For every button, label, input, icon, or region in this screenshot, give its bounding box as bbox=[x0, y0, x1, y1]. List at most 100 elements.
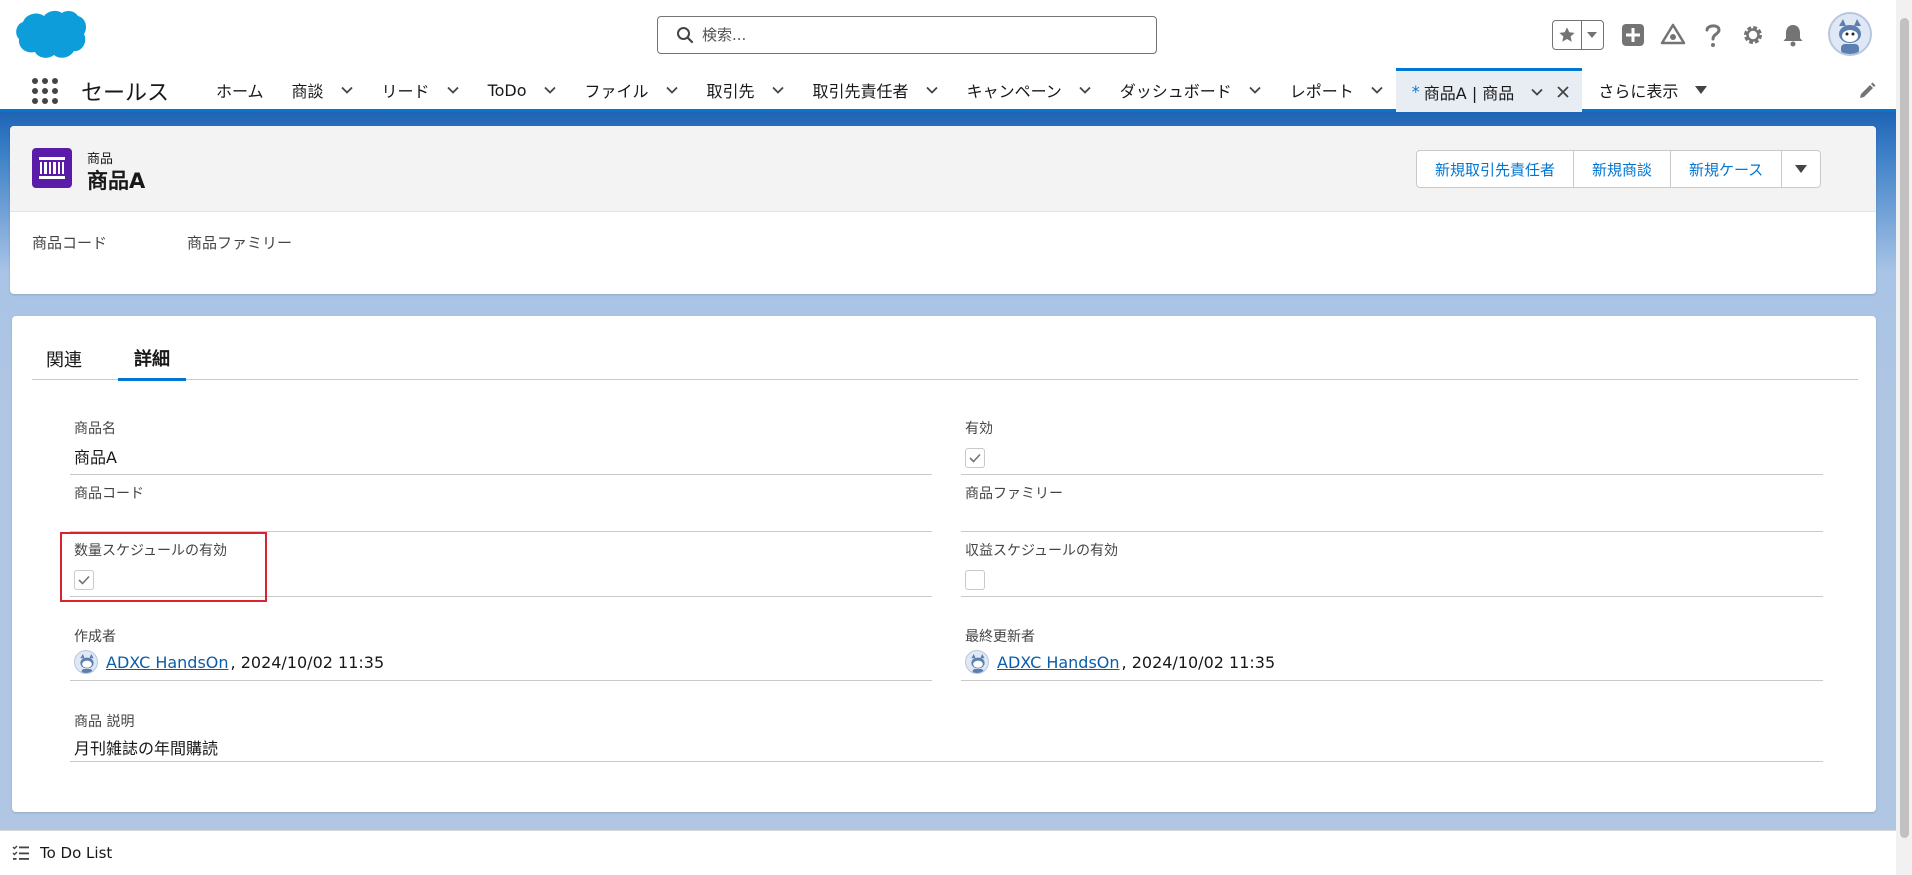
highlight-product-code: 商品コード bbox=[32, 234, 108, 252]
field-revenue-schedule: 収益スケジュールの有効 bbox=[961, 538, 1823, 597]
nav-item-todo[interactable]: ToDo bbox=[472, 68, 569, 112]
nav-tab-label: 商品A | 商品 bbox=[1423, 83, 1515, 103]
field-label: 有効 bbox=[965, 421, 993, 437]
chevron-down-icon[interactable] bbox=[925, 83, 939, 97]
chevron-down-icon[interactable] bbox=[340, 83, 354, 97]
help-icon[interactable] bbox=[1698, 20, 1728, 50]
search-icon bbox=[677, 27, 694, 44]
header-icons bbox=[1552, 16, 1818, 54]
tab-details[interactable]: 詳細 bbox=[118, 338, 186, 381]
record-header-top: 商品 商品A 新規取引先責任者 新規商談 新規ケース bbox=[10, 126, 1876, 212]
nav-item-opportunities[interactable]: 商談 bbox=[276, 68, 366, 112]
chevron-down-icon[interactable] bbox=[446, 83, 460, 97]
field-product-description: 商品 説明 月刊雑誌の年間購読 bbox=[70, 709, 1823, 762]
chevron-down-icon[interactable] bbox=[1248, 83, 1262, 97]
trailhead-guidance-icon[interactable] bbox=[1658, 20, 1688, 50]
todo-list-icon[interactable] bbox=[12, 844, 30, 862]
record-tabs: 関連 詳細 bbox=[32, 338, 1858, 381]
field-last-modified-by: 最終更新者 ADXC HandsOn , 2024/10/02 11:35 bbox=[961, 624, 1823, 681]
nav-item-dashboards[interactable]: ダッシュボード bbox=[1104, 68, 1274, 112]
favorites-group bbox=[1552, 20, 1604, 50]
global-header bbox=[0, 0, 1912, 68]
search-input[interactable] bbox=[702, 26, 1122, 44]
notifications-bell-icon[interactable] bbox=[1778, 20, 1808, 50]
created-date: , 2024/10/02 11:35 bbox=[230, 652, 385, 672]
edit-nav-pencil-icon[interactable] bbox=[1858, 82, 1876, 100]
nav-more[interactable]: さらに表示 bbox=[1582, 68, 1720, 112]
tab-related[interactable]: 関連 bbox=[32, 338, 96, 380]
modified-by-link[interactable]: ADXC HandsOn bbox=[997, 653, 1120, 672]
global-search[interactable] bbox=[657, 16, 1157, 54]
nav-item-label: ファイル bbox=[584, 82, 649, 101]
global-actions-plus-icon[interactable] bbox=[1618, 20, 1648, 50]
caret-down-icon[interactable] bbox=[1694, 83, 1708, 97]
record-actions: 新規取引先責任者 新規商談 新規ケース bbox=[1416, 150, 1822, 188]
created-by-user: ADXC HandsOn , 2024/10/02 11:35 bbox=[74, 650, 384, 674]
favorites-star-icon[interactable] bbox=[1553, 21, 1582, 49]
chevron-down-icon[interactable] bbox=[1078, 83, 1092, 97]
field-label: 商品コード bbox=[74, 486, 144, 502]
scrollbar-thumb[interactable] bbox=[1900, 18, 1909, 838]
created-by-link[interactable]: ADXC HandsOn bbox=[106, 653, 229, 672]
nav-item-leads[interactable]: リード bbox=[366, 68, 472, 112]
modified-by-user: ADXC HandsOn , 2024/10/02 11:35 bbox=[965, 650, 1275, 674]
user-avatar-icon bbox=[965, 650, 989, 674]
caret-down-icon bbox=[1795, 165, 1808, 173]
todo-list-label[interactable]: To Do List bbox=[40, 844, 112, 862]
nav-item-campaigns[interactable]: キャンペーン bbox=[951, 68, 1104, 112]
nav-item-label: ダッシュボード bbox=[1119, 82, 1232, 101]
nav-item-label: 商談 bbox=[291, 82, 324, 101]
record-header: 商品 商品A 新規取引先責任者 新規商談 新規ケース 商品コード 商品ファミリー bbox=[10, 126, 1876, 294]
field-label: 商品名 bbox=[74, 421, 116, 437]
close-icon[interactable] bbox=[1556, 85, 1570, 99]
product-barcode-icon bbox=[32, 148, 72, 188]
new-contact-button[interactable]: 新規取引先責任者 bbox=[1416, 150, 1575, 188]
field-label: 最終更新者 bbox=[965, 629, 1035, 645]
nav-item-files[interactable]: ファイル bbox=[569, 68, 691, 112]
more-actions-button[interactable] bbox=[1781, 150, 1822, 188]
nav-item-label: ホーム bbox=[216, 82, 264, 101]
chevron-down-icon[interactable] bbox=[543, 83, 557, 97]
setup-gear-icon[interactable] bbox=[1738, 20, 1768, 50]
user-avatar[interactable] bbox=[1828, 12, 1872, 56]
field-label: 作成者 bbox=[74, 629, 116, 645]
favorites-dropdown-icon[interactable] bbox=[1582, 21, 1603, 49]
field-active: 有効 bbox=[961, 416, 1823, 475]
nav-item-contacts[interactable]: 取引先責任者 bbox=[797, 68, 951, 112]
salesforce-cloud-logo[interactable] bbox=[14, 8, 88, 62]
checkmark-icon bbox=[969, 453, 981, 463]
chevron-down-icon[interactable] bbox=[665, 83, 679, 97]
field-value: 月刊雑誌の年間購読 bbox=[74, 739, 219, 758]
highlights-panel: 商品コード 商品ファミリー bbox=[32, 232, 372, 253]
active-checkbox bbox=[965, 448, 985, 468]
chevron-down-icon[interactable] bbox=[771, 83, 785, 97]
unsaved-marker: * bbox=[1411, 82, 1420, 101]
chevron-down-icon[interactable] bbox=[1530, 85, 1544, 99]
nav-item-label: キャンペーン bbox=[966, 82, 1062, 101]
field-product-name: 商品名 商品A bbox=[70, 416, 932, 475]
nav-item-label: 取引先 bbox=[706, 82, 755, 101]
nav-item-reports[interactable]: レポート bbox=[1274, 68, 1396, 112]
nav-item-label: 取引先責任者 bbox=[812, 82, 909, 101]
nav-items: ホーム 商談 リード ToDo ファイル 取引先 取引先責任者 キャンペーン ダ… bbox=[200, 68, 1720, 112]
annotation-highlight-box bbox=[60, 532, 267, 602]
nav-item-home[interactable]: ホーム bbox=[200, 68, 276, 112]
new-opportunity-button[interactable]: 新規商談 bbox=[1573, 150, 1672, 188]
user-avatar-icon bbox=[74, 650, 98, 674]
nav-item-label: レポート bbox=[1289, 82, 1354, 101]
chevron-down-icon[interactable] bbox=[1370, 83, 1384, 97]
field-created-by: 作成者 ADXC HandsOn , 2024/10/02 11:35 bbox=[70, 624, 932, 681]
nav-item-accounts[interactable]: 取引先 bbox=[691, 68, 797, 112]
nav-tab-product-a[interactable]: * 商品A | 商品 bbox=[1395, 68, 1583, 112]
revenue-schedule-checkbox bbox=[965, 570, 985, 590]
app-launcher-icon[interactable] bbox=[30, 76, 60, 106]
nav-item-label: ToDo bbox=[487, 80, 527, 100]
field-value: 商品A bbox=[74, 448, 117, 467]
field-product-code: 商品コード bbox=[70, 481, 932, 532]
field-label: 商品ファミリー bbox=[965, 486, 1063, 502]
field-label: 収益スケジュールの有効 bbox=[965, 543, 1119, 559]
app-name: セールス bbox=[81, 81, 170, 106]
field-product-family: 商品ファミリー bbox=[961, 481, 1823, 532]
field-label: 商品 説明 bbox=[74, 714, 135, 730]
new-case-button[interactable]: 新規ケース bbox=[1670, 150, 1783, 188]
